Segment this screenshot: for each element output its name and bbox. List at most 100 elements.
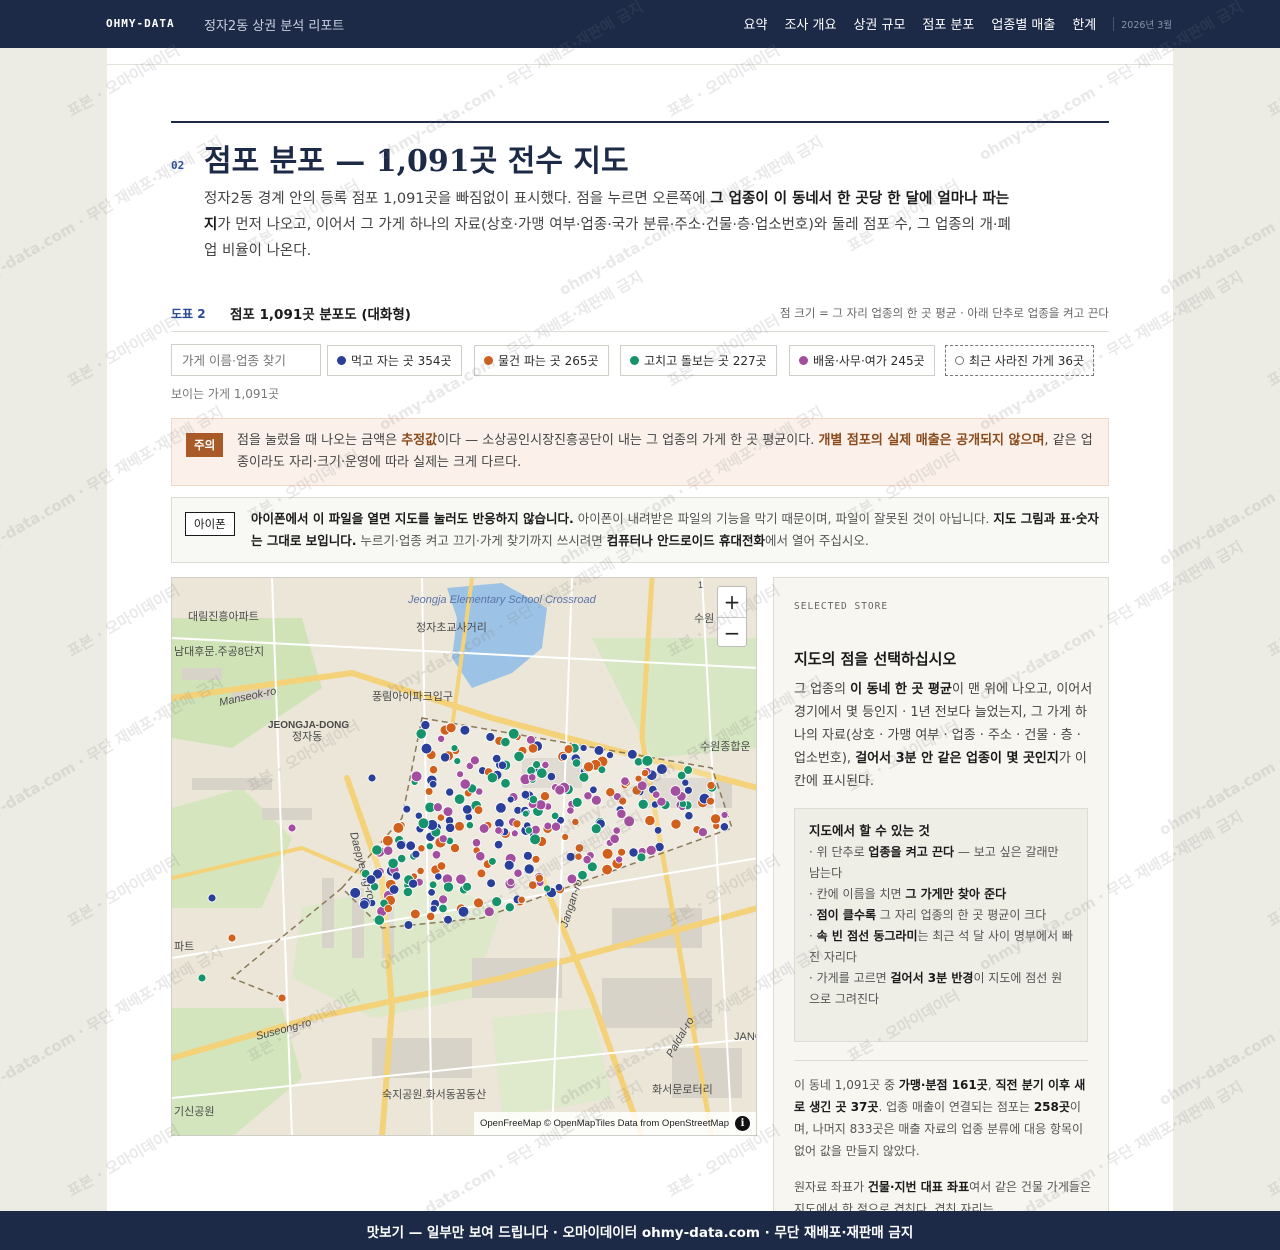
store-dot[interactable]	[534, 873, 544, 883]
nav-item-limitations[interactable]: 한계	[1072, 14, 1096, 33]
filter-chip-food[interactable]: 먹고 자는 곳 354곳	[327, 345, 462, 376]
store-dot[interactable]	[571, 817, 580, 826]
store-dot[interactable]	[563, 744, 574, 755]
store-dot[interactable]	[434, 872, 443, 881]
store-dot[interactable]	[550, 811, 560, 821]
store-dot[interactable]	[706, 796, 715, 806]
store-dot[interactable]	[469, 755, 480, 766]
store-dot[interactable]	[529, 833, 541, 846]
store-dot[interactable]	[644, 814, 656, 827]
nav-item-store-distribution[interactable]: 점포 분포	[922, 14, 974, 33]
store-dot[interactable]	[445, 722, 457, 734]
store-dot[interactable]	[520, 789, 531, 800]
store-dot[interactable]	[513, 750, 525, 762]
store-dot[interactable]	[408, 878, 419, 889]
store-dot[interactable]	[456, 770, 465, 779]
store-dot[interactable]	[403, 920, 414, 930]
store-dot[interactable]	[428, 880, 438, 889]
store-dot[interactable]	[420, 742, 433, 755]
store-dot[interactable]	[601, 864, 613, 876]
store-dot[interactable]	[457, 905, 470, 918]
store-dot[interactable]	[442, 806, 454, 817]
store-search-input[interactable]	[171, 344, 321, 376]
store-dot[interactable]	[605, 787, 616, 798]
store-dot[interactable]	[571, 758, 582, 768]
store-dot[interactable]	[601, 847, 614, 860]
filter-chip-office[interactable]: 배움·사무·여가 245곳	[789, 345, 935, 376]
store-dot[interactable]	[617, 847, 627, 857]
store-dot[interactable]	[486, 878, 496, 889]
store-dot[interactable]	[445, 787, 455, 797]
store-dot[interactable]	[565, 851, 576, 862]
store-dot[interactable]	[628, 847, 639, 858]
store-dot[interactable]	[415, 728, 427, 740]
store-dot[interactable]	[531, 854, 541, 864]
store-dot[interactable]	[670, 818, 682, 830]
store-dot[interactable]	[392, 822, 405, 834]
store-dot[interactable]	[485, 732, 496, 742]
store-dot[interactable]	[462, 881, 473, 892]
store-dot[interactable]	[493, 839, 504, 850]
store-dot[interactable]	[424, 787, 434, 796]
store-dot[interactable]	[593, 745, 605, 756]
store-dot[interactable]	[546, 772, 556, 782]
store-dot[interactable]	[653, 826, 663, 835]
store-dot[interactable]	[706, 780, 716, 790]
store-dot[interactable]	[371, 844, 383, 856]
store-dot[interactable]	[483, 906, 495, 918]
store-dot[interactable]	[367, 773, 377, 783]
store-dot[interactable]	[410, 770, 423, 783]
store-dot[interactable]	[439, 752, 451, 763]
store-dot[interactable]	[528, 773, 537, 782]
store-dot[interactable]	[449, 843, 460, 854]
store-dot[interactable]	[681, 778, 690, 787]
store-dot[interactable]	[438, 834, 448, 844]
store-dot[interactable]	[506, 877, 515, 887]
store-dot[interactable]	[521, 809, 530, 818]
store-dot[interactable]	[405, 840, 416, 851]
store-dot[interactable]	[495, 802, 507, 814]
store-dot[interactable]	[491, 896, 503, 908]
store-dot[interactable]	[528, 795, 538, 805]
store-dot[interactable]	[478, 823, 490, 834]
store-dot[interactable]	[526, 735, 536, 745]
store-dot[interactable]	[417, 844, 426, 853]
store-dot[interactable]	[590, 794, 602, 806]
nav-item-summary[interactable]: 요약	[744, 14, 768, 33]
filter-chip-retail[interactable]: 물건 파는 곳 265곳	[474, 345, 609, 376]
store-dot[interactable]	[652, 790, 661, 799]
store-dot[interactable]	[453, 793, 466, 805]
store-dot[interactable]	[636, 852, 647, 863]
store-dot[interactable]	[532, 760, 542, 770]
store-dot[interactable]	[536, 767, 548, 779]
store-dot[interactable]	[395, 839, 407, 851]
store-dot[interactable]	[528, 880, 538, 890]
store-dot[interactable]	[507, 728, 520, 740]
store-dot[interactable]	[453, 757, 462, 766]
store-dot[interactable]	[684, 785, 693, 795]
store-dot[interactable]	[349, 887, 362, 899]
store-dot[interactable]	[397, 853, 407, 864]
store-dot[interactable]	[492, 753, 502, 764]
store-dot[interactable]	[383, 845, 394, 856]
store-dot[interactable]	[720, 811, 729, 819]
store-dot[interactable]	[436, 813, 445, 822]
store-dot[interactable]	[684, 811, 694, 821]
store-dot[interactable]	[450, 744, 459, 753]
store-dot[interactable]	[473, 805, 484, 815]
store-dot[interactable]	[527, 743, 539, 754]
zoom-out-button[interactable]: −	[718, 617, 746, 647]
store-dot[interactable]	[428, 765, 439, 775]
store-dot[interactable]	[432, 802, 443, 813]
store-dot[interactable]	[497, 760, 508, 770]
store-dot[interactable]	[459, 724, 471, 736]
store-dot[interactable]	[410, 908, 421, 920]
store-dot[interactable]	[589, 785, 598, 794]
store-dot[interactable]	[503, 859, 515, 871]
store-dot[interactable]	[578, 771, 590, 783]
store-dot[interactable]	[417, 817, 430, 830]
store-dot[interactable]	[504, 902, 515, 913]
store-dot[interactable]	[676, 770, 687, 781]
store-dot[interactable]	[462, 804, 473, 815]
store-dot[interactable]	[438, 894, 449, 905]
